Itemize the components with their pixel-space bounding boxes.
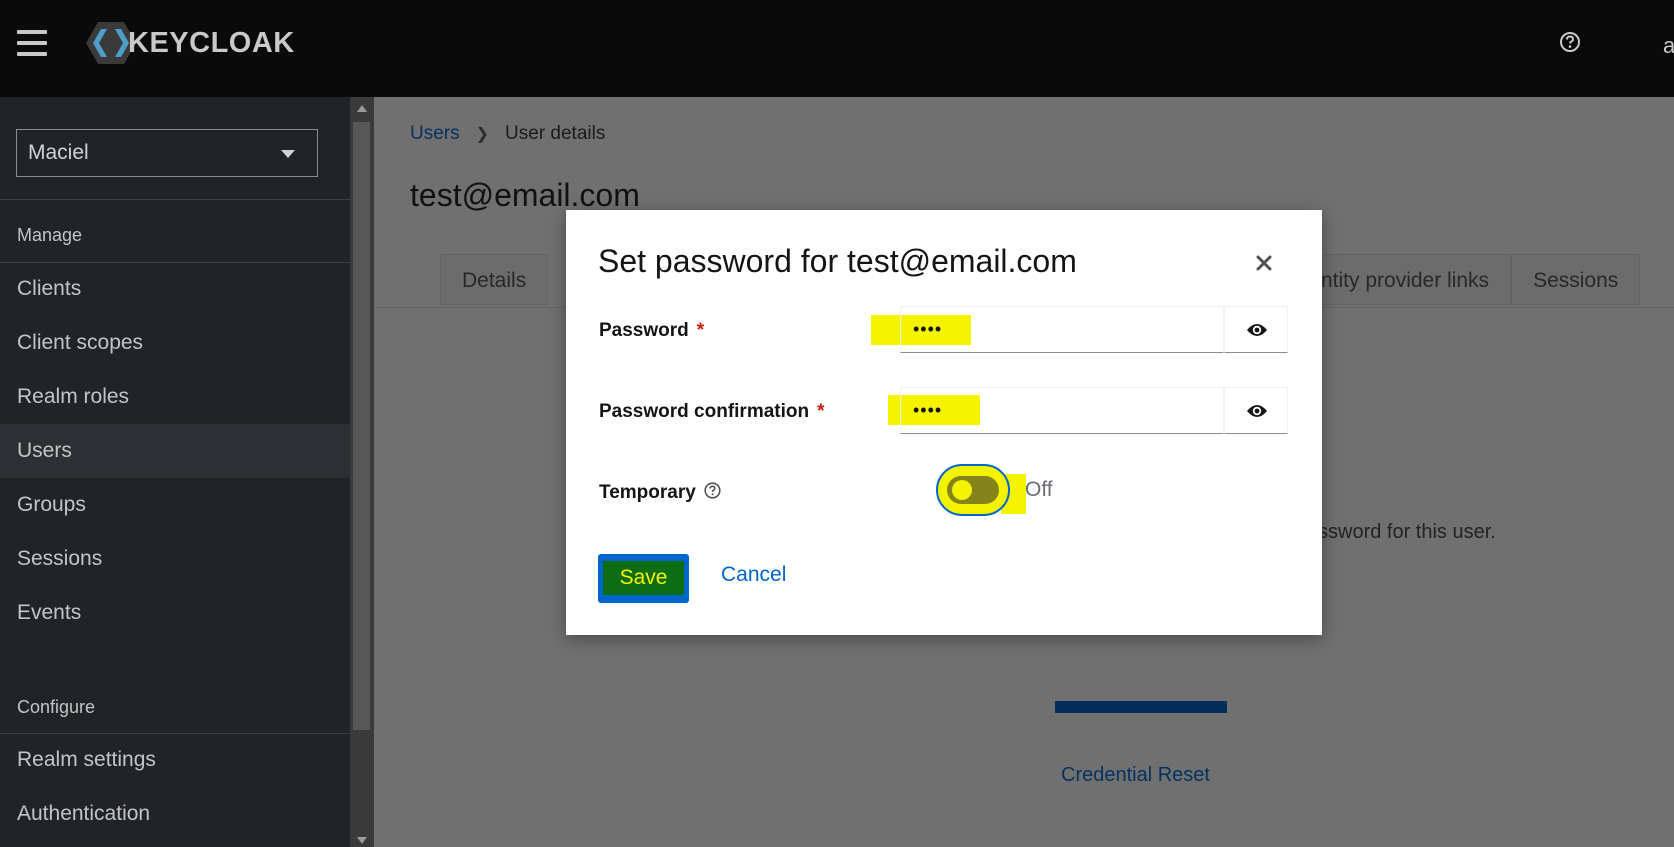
realm-selector[interactable]: Maciel: [16, 129, 318, 177]
sidebar-scrollbar[interactable]: [350, 97, 374, 847]
temporary-label: Temporary: [599, 482, 696, 503]
sidebar-item-groups[interactable]: Groups: [0, 478, 350, 532]
breadcrumb-current: User details: [505, 123, 606, 144]
sidebar-item-clients[interactable]: Clients: [0, 262, 350, 316]
help-circle-icon[interactable]: [704, 482, 721, 499]
scroll-down-arrow-icon[interactable]: [357, 837, 367, 844]
scroll-up-arrow-icon[interactable]: [357, 105, 367, 112]
set-password-modal: Set password for test@email.com Password…: [566, 210, 1322, 635]
set-password-button[interactable]: [1055, 701, 1227, 713]
scrollbar-thumb[interactable]: [353, 122, 370, 730]
close-icon[interactable]: [1253, 252, 1275, 274]
sidebar-item-sessions[interactable]: Sessions: [0, 532, 350, 586]
save-button[interactable]: Save: [598, 554, 689, 603]
cancel-button[interactable]: Cancel: [721, 563, 786, 587]
help-circle-icon[interactable]: [1559, 31, 1581, 53]
password-label: Password *: [599, 320, 704, 342]
empty-state-message: ssword for this user.: [1318, 521, 1496, 543]
page-title: test@email.com: [410, 177, 640, 213]
temporary-toggle[interactable]: [936, 464, 1010, 516]
password-confirmation-label-text: Password confirmation: [599, 401, 810, 422]
sidebar-divider: [0, 199, 350, 200]
sidebar-item-realm-settings[interactable]: Realm settings: [0, 733, 350, 787]
show-password-confirmation-button[interactable]: [1224, 387, 1288, 434]
credential-reset-link[interactable]: Credential Reset: [1061, 764, 1210, 787]
temporary-toggle-state: Off: [1025, 478, 1053, 501]
tab-identity-provider-links[interactable]: ntity provider links: [1318, 254, 1512, 305]
password-confirmation-value: ••••: [913, 400, 943, 420]
required-mark: *: [817, 401, 825, 422]
password-label-text: Password: [599, 320, 689, 341]
eye-icon: [1247, 405, 1267, 417]
chevron-right-icon: ❯: [475, 126, 490, 143]
show-password-button[interactable]: [1224, 306, 1288, 353]
keycloak-logo[interactable]: KEYCLOAK: [86, 20, 295, 66]
realm-name: Maciel: [28, 141, 89, 164]
breadcrumb: Users ❯ User details: [410, 123, 605, 145]
sidebar: Maciel Manage Clients Client scopes Real…: [0, 97, 350, 847]
sidebar-item-client-scopes[interactable]: Client scopes: [0, 316, 350, 370]
section-configure: Configure: [17, 697, 96, 717]
eye-icon: [1247, 324, 1267, 336]
save-button-label: Save: [603, 561, 684, 595]
password-confirmation-label: Password confirmation *: [599, 401, 825, 423]
sidebar-item-realm-roles[interactable]: Realm roles: [0, 370, 350, 424]
tab-sessions[interactable]: Sessions: [1511, 254, 1641, 305]
caret-down-icon: [281, 150, 295, 158]
masthead: KEYCLOAK a: [0, 0, 1674, 97]
logo-text: KEYCLOAK: [128, 26, 295, 59]
section-manage: Manage: [17, 225, 83, 245]
tabs-right: ntity provider links Sessions: [1318, 254, 1641, 305]
breadcrumb-users-link[interactable]: Users: [410, 123, 460, 145]
sidebar-item-events[interactable]: Events: [0, 586, 350, 640]
modal-title: Set password for test@email.com: [598, 243, 1077, 279]
tabs-left: Details: [440, 254, 549, 305]
sidebar-item-authentication[interactable]: Authentication: [0, 787, 350, 841]
toggle-knob: [952, 480, 972, 500]
password-confirmation-input[interactable]: ••••: [900, 387, 1224, 434]
password-value: ••••: [913, 319, 943, 339]
tab-details[interactable]: Details: [440, 254, 549, 305]
user-menu[interactable]: a: [1663, 33, 1674, 59]
hamburger-icon[interactable]: [17, 30, 47, 58]
toggle-track: [947, 476, 999, 504]
password-input[interactable]: ••••: [900, 306, 1224, 353]
required-mark: *: [696, 320, 705, 341]
sidebar-item-users[interactable]: Users: [0, 424, 350, 478]
